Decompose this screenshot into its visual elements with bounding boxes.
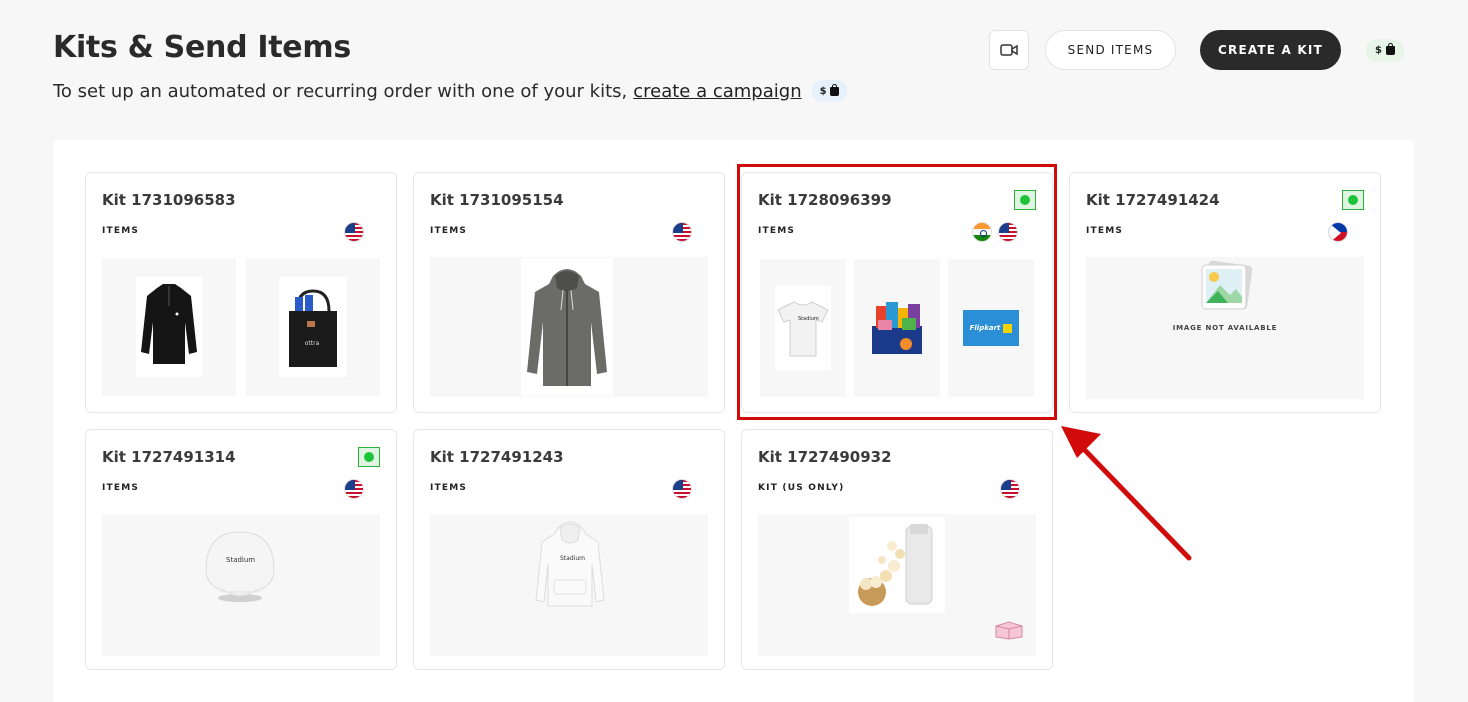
kit-card[interactable]: Kit 1728096399 ITEMS Stadium Flipkart — [741, 172, 1053, 413]
tshirt-icon: Stadium — [777, 301, 829, 357]
gift-card-image: Flipkart — [963, 310, 1019, 346]
kit-type-label: ITEMS — [430, 226, 468, 236]
country-flags — [1000, 479, 1020, 499]
product-tile — [102, 258, 236, 396]
balance-badge[interactable]: $ — [1366, 39, 1404, 62]
subtitle-dollar-badge: $ — [811, 80, 847, 102]
create-kit-button[interactable]: CREATE A KIT — [1200, 30, 1341, 70]
gift-card-brand-text: Flipkart — [969, 324, 1001, 332]
kit-type-label: ITEMS — [430, 483, 468, 493]
kit-card[interactable]: Kit 1731095154 ITEMS — [413, 172, 725, 413]
package-box-icon — [995, 621, 1023, 640]
bag-icon — [829, 83, 839, 96]
subtitle-text: To set up an automated or recurring orde… — [53, 80, 628, 102]
country-flags — [344, 222, 364, 242]
product-image — [136, 277, 202, 377]
product-tile: Flipkart — [948, 259, 1034, 397]
kit-title: Kit 1727490932 — [758, 448, 892, 466]
kit-card[interactable]: Kit 1727491424 ITEMS IMAGE NOT AVAILABLE — [1069, 172, 1381, 413]
page-subtitle: To set up an automated or recurring orde… — [53, 80, 847, 102]
country-flags — [344, 479, 364, 499]
baseball-cap-icon: Stadium — [205, 531, 275, 602]
product-tile: ottra — [246, 258, 380, 396]
popcorn-maker-icon — [858, 524, 933, 606]
product-image: ottra — [279, 277, 347, 377]
product-tile — [430, 257, 708, 397]
country-flags — [672, 479, 692, 499]
country-flags — [672, 222, 692, 242]
product-tile: Stadium — [430, 514, 708, 656]
kit-title: Kit 1731096583 — [102, 191, 236, 209]
product-image — [870, 300, 924, 356]
kit-type-label: KIT (US ONLY) — [758, 483, 845, 493]
us-flag-icon — [672, 479, 692, 499]
kit-card[interactable]: Kit 1727491243 ITEMS Stadium — [413, 429, 725, 670]
image-not-available-text: IMAGE NOT AVAILABLE — [1172, 324, 1278, 332]
kit-title: Kit 1727491314 — [102, 448, 236, 466]
shopping-bag-icon — [1003, 323, 1013, 333]
kit-type-label: ITEMS — [1086, 226, 1124, 236]
product-tile: Stadium — [760, 259, 846, 397]
us-flag-icon — [1000, 479, 1020, 499]
status-indicator — [1014, 190, 1036, 210]
send-items-button[interactable]: SEND ITEMS — [1045, 30, 1176, 70]
hoodie-icon: Stadium — [535, 521, 605, 607]
product-image — [521, 258, 613, 396]
kit-title: Kit 1728096399 — [758, 191, 892, 209]
kit-title: Kit 1727491424 — [1086, 191, 1220, 209]
product-tile: IMAGE NOT AVAILABLE — [1086, 257, 1364, 399]
us-flag-icon — [672, 222, 692, 242]
us-flag-icon — [344, 479, 364, 499]
kit-type-label: ITEMS — [758, 226, 796, 236]
video-button[interactable] — [989, 30, 1029, 70]
india-flag-icon — [972, 222, 992, 242]
kit-title: Kit 1731095154 — [430, 191, 564, 209]
kit-card[interactable]: Kit 1727490932 KIT (US ONLY) — [741, 429, 1053, 670]
kit-card[interactable]: Kit 1727491314 ITEMS Stadium — [85, 429, 397, 670]
video-camera-icon — [1000, 44, 1018, 56]
tote-brand-text: ottra — [305, 340, 320, 347]
create-campaign-link[interactable]: create a campaign — [633, 81, 801, 102]
product-image — [849, 517, 945, 613]
product-tile — [758, 514, 1036, 656]
bag-icon — [1385, 43, 1395, 55]
snack-box-icon — [872, 302, 922, 354]
us-flag-icon — [998, 222, 1018, 242]
image-placeholder-icon — [1201, 260, 1253, 310]
philippines-flag-icon — [1328, 222, 1348, 242]
annotation-arrow-icon — [1061, 426, 1192, 561]
status-indicator — [358, 447, 380, 467]
tote-bag-icon: ottra — [289, 289, 337, 367]
quarter-zip-pullover-icon — [141, 284, 197, 364]
product-tile — [854, 259, 940, 397]
active-dot-icon — [1348, 195, 1358, 205]
page-title: Kits & Send Items — [53, 30, 351, 65]
cap-brand-text: Stadium — [226, 556, 255, 564]
product-image: Stadium — [775, 286, 831, 370]
active-dot-icon — [364, 452, 374, 462]
active-dot-icon — [1020, 195, 1030, 205]
country-flags — [972, 222, 1018, 242]
status-indicator — [1342, 190, 1364, 210]
kit-type-label: ITEMS — [102, 226, 140, 236]
kit-type-label: ITEMS — [102, 483, 140, 493]
us-flag-icon — [344, 222, 364, 242]
hoodie-brand-text: Stadium — [560, 555, 585, 562]
product-tile: Stadium — [102, 514, 380, 656]
zip-hoodie-icon — [527, 269, 607, 386]
kit-card[interactable]: Kit 1731096583 ITEMS ottra — [85, 172, 397, 413]
tshirt-brand-text: Stadium — [798, 316, 819, 322]
country-flags — [1328, 222, 1348, 242]
kit-title: Kit 1727491243 — [430, 448, 564, 466]
